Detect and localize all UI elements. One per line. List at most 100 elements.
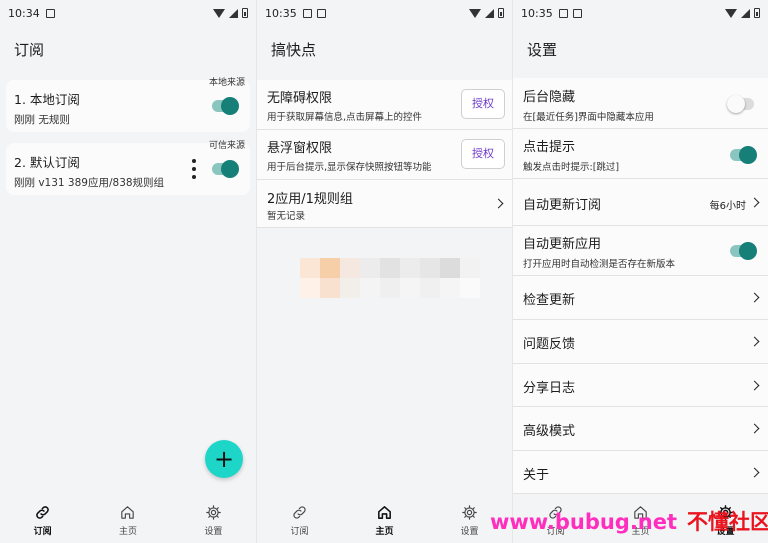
status-bar: 10:35	[257, 0, 512, 26]
authorize-button[interactable]: 授权	[461, 89, 505, 119]
subscription-meta: 刚刚 无规则	[14, 114, 70, 126]
settings-screen: 10:35 设置 后台隐藏 在[最近任务]界面中隐藏本应用 点击提示 触发点击时…	[512, 0, 768, 543]
row-title: 问题反馈	[523, 337, 576, 352]
overlay-permission-row[interactable]: 悬浮窗权限 用于后台提示,显示保存快照按钮等功能 授权	[257, 130, 512, 180]
subscription-toggle[interactable]	[212, 97, 239, 115]
notification-icon	[572, 8, 582, 18]
gear-icon	[206, 505, 221, 520]
row-title: 悬浮窗权限	[267, 141, 333, 156]
nav-home[interactable]: 主页	[342, 498, 427, 543]
permission-list: 无障碍权限 用于获取屏幕信息,点击屏幕上的控件 授权 悬浮窗权限 用于后台提示,…	[257, 80, 512, 228]
click-hint-row[interactable]: 点击提示 触发点击时提示:[跳过]	[513, 129, 768, 179]
row-title: 自动更新订阅	[523, 198, 602, 213]
notification-icon	[45, 8, 55, 18]
subscription-toggle[interactable]	[212, 160, 239, 178]
page-title: 搞快点	[271, 40, 317, 59]
source-badge: 可信来源	[208, 141, 245, 151]
status-bar: 10:35	[513, 0, 768, 26]
chevron-right-icon	[749, 336, 760, 347]
row-title: 后台隐藏	[523, 90, 576, 105]
chevron-right-icon	[749, 380, 760, 391]
row-title: 2应用/1规则组	[267, 192, 353, 207]
nav-label: 设置	[204, 527, 223, 537]
image-icon	[302, 8, 312, 18]
hide-background-toggle[interactable]	[727, 95, 754, 113]
about-row[interactable]: 关于	[513, 451, 768, 494]
subscription-meta: 刚刚 v131 389应用/838规则组	[14, 177, 165, 189]
gear-icon	[462, 505, 477, 520]
row-title: 自动更新应用	[523, 237, 602, 252]
nav-label: 订阅	[33, 527, 52, 537]
row-subtitle: 触发点击时提示:[跳过]	[523, 162, 620, 173]
wifi-icon	[725, 8, 737, 18]
advanced-mode-row[interactable]: 高级模式	[513, 407, 768, 451]
nav-settings[interactable]: 设置	[171, 498, 256, 543]
settings-list: 后台隐藏 在[最近任务]界面中隐藏本应用 点击提示 触发点击时提示:[跳过] 自…	[513, 78, 768, 494]
source-badge: 本地来源	[208, 78, 245, 88]
nav-subscriptions[interactable]: 订阅	[257, 498, 342, 543]
subscription-title: 1. 本地订阅	[14, 92, 80, 107]
feedback-row[interactable]: 问题反馈	[513, 320, 768, 364]
status-time: 10:34	[8, 6, 40, 20]
home-icon	[121, 506, 135, 519]
signal-icon	[741, 8, 750, 18]
home-icon	[378, 506, 391, 519]
row-subtitle: 打开应用时自动检测是否存在新版本	[523, 259, 676, 270]
row-subtitle: 在[最近任务]界面中隐藏本应用	[523, 112, 654, 123]
nav-subscriptions[interactable]: 订阅	[0, 498, 85, 543]
battery-icon	[242, 8, 248, 18]
accessibility-permission-row[interactable]: 无障碍权限 用于获取屏幕信息,点击屏幕上的控件 授权	[257, 80, 512, 130]
notification-icon	[316, 8, 326, 18]
nav-label: 订阅	[290, 527, 309, 537]
wifi-icon	[213, 8, 225, 18]
row-title: 无障碍权限	[267, 91, 333, 106]
bottom-nav: 订阅 主页 设置	[0, 498, 256, 543]
nav-label: 主页	[118, 527, 137, 537]
row-subtitle: 用于后台提示,显示保存快照按钮等功能	[267, 162, 432, 173]
share-log-row[interactable]: 分享日志	[513, 364, 768, 407]
battery-icon	[498, 8, 504, 18]
auto-update-app-row[interactable]: 自动更新应用 打开应用时自动检测是否存在新版本	[513, 226, 768, 276]
check-update-row[interactable]: 检查更新	[513, 276, 768, 320]
chevron-right-icon	[749, 423, 760, 434]
auto-update-subscription-row[interactable]: 自动更新订阅 每6小时	[513, 179, 768, 226]
subscriptions-screen: 10:34 订阅 1. 本地订阅 刚刚 无规则 本地来源 2. 默认订阅 刚刚 …	[0, 0, 256, 543]
chevron-right-icon	[749, 197, 760, 208]
status-time: 10:35	[521, 6, 553, 20]
signal-icon	[485, 8, 494, 18]
auto-update-app-toggle[interactable]	[730, 242, 757, 260]
authorize-button[interactable]: 授权	[461, 139, 505, 169]
subscription-card[interactable]: 1. 本地订阅 刚刚 无规则 本地来源	[6, 78, 250, 132]
subscription-card[interactable]: 2. 默认订阅 刚刚 v131 389应用/838规则组 可信来源	[6, 141, 250, 195]
click-hint-toggle[interactable]	[730, 146, 757, 164]
app-rules-row[interactable]: 2应用/1规则组 暂无记录	[257, 180, 512, 228]
page-title: 设置	[527, 40, 558, 59]
update-interval-value: 每6小时	[709, 201, 746, 212]
status-time: 10:35	[265, 6, 297, 20]
wifi-icon	[469, 8, 481, 18]
subscription-title: 2. 默认订阅	[14, 155, 80, 170]
link-icon	[36, 506, 49, 519]
chevron-right-icon	[749, 467, 760, 478]
page-title: 订阅	[14, 40, 45, 59]
status-bar: 10:34	[0, 0, 256, 26]
bottom-nav: 订阅 主页 设置	[257, 498, 512, 543]
hide-background-row[interactable]: 后台隐藏 在[最近任务]界面中隐藏本应用	[513, 78, 768, 129]
watermark-site: www.bubug.net	[490, 510, 678, 534]
nav-home[interactable]: 主页	[85, 498, 170, 543]
link-icon	[293, 506, 306, 519]
add-subscription-button[interactable]: +	[205, 440, 243, 478]
redacted-area	[300, 258, 480, 298]
image-icon	[558, 8, 568, 18]
nav-label: 设置	[460, 527, 479, 537]
nav-label: 主页	[375, 527, 394, 537]
row-title: 分享日志	[523, 381, 576, 396]
chevron-right-icon	[493, 198, 504, 209]
more-options-icon[interactable]	[192, 159, 196, 179]
battery-icon	[754, 8, 760, 18]
row-title: 高级模式	[523, 424, 576, 439]
signal-icon	[229, 8, 238, 18]
row-subtitle: 用于获取屏幕信息,点击屏幕上的控件	[267, 112, 423, 123]
row-title: 点击提示	[523, 140, 576, 155]
row-subtitle: 暂无记录	[267, 211, 306, 222]
